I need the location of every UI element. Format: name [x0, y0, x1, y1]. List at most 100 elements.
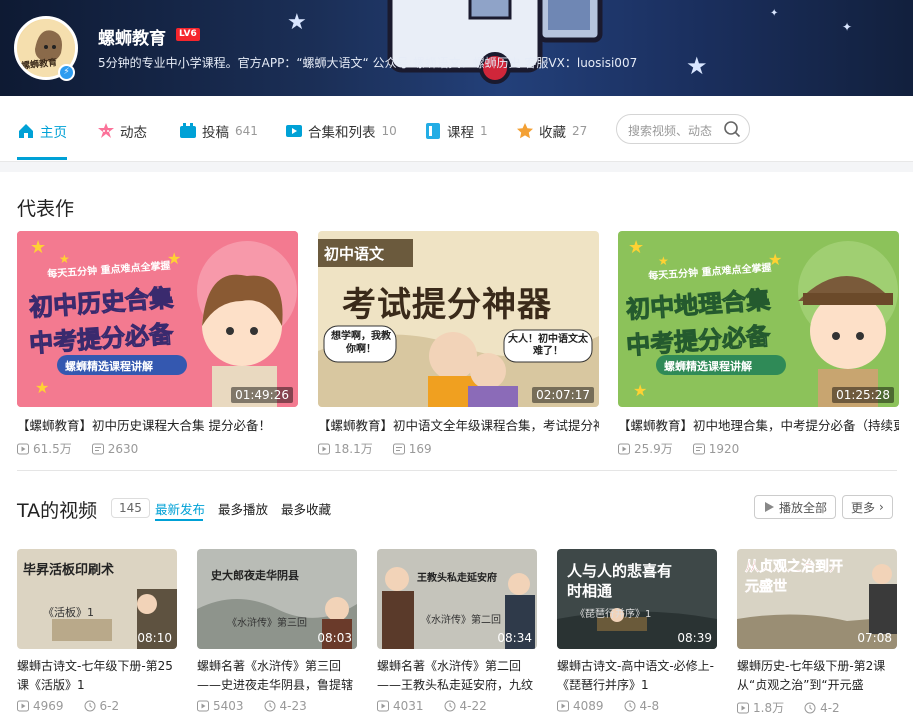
- thumbnail-subtitle: 《水浒传》第三回: [227, 618, 307, 629]
- search-icon[interactable]: [723, 120, 741, 138]
- video-stats: 1.8万 4-2: [737, 699, 897, 716]
- chevron-right-icon: ›: [879, 500, 884, 514]
- play-all-label: 播放全部: [779, 500, 828, 515]
- dynamic-icon: [98, 123, 114, 138]
- tab-label: 投稿: [202, 125, 229, 141]
- uploader-signature: 5分钟的专业中小学课程。官方APP：“螺蛳大语文“ 公众号:螺蛳语文、螺蛳历史 …: [98, 56, 638, 70]
- tab-count: 641: [235, 124, 258, 138]
- view-count: 25.9万: [634, 442, 673, 456]
- thumbnail-headline: 考试提分神器: [342, 285, 552, 325]
- video-title[interactable]: 螺蛳名著《水浒传》第二回——王教头私走延安府，九纹: [377, 657, 537, 695]
- video-duration: 08:39: [677, 631, 712, 645]
- video-duration: 08:03: [317, 631, 352, 645]
- svg-text:★: ★: [35, 378, 49, 397]
- svg-text:★: ★: [633, 381, 647, 400]
- star-decoration-icon: ✦: [842, 20, 853, 34]
- svg-text:★: ★: [628, 237, 644, 258]
- video-thumbnail[interactable]: 史大郎夜走华阴县 《水浒传》第三回 08:03: [197, 549, 357, 649]
- tab-courses[interactable]: 课程 1: [424, 120, 488, 142]
- video-card[interactable]: 王教头私走延安府 《水浒传》第二回 08:34 螺蛳名著《水浒传》第二回——王教…: [377, 549, 537, 713]
- tab-favorites[interactable]: 收藏 27: [516, 120, 587, 142]
- course-icon: [426, 123, 440, 139]
- video-title[interactable]: 【螺蛳教育】初中地理合集，中考提分必备（持续更: [618, 415, 899, 434]
- videos-section-title: TA的视频: [17, 500, 98, 522]
- uploader-name[interactable]: 螺蛳教育: [98, 24, 166, 49]
- more-button[interactable]: 更多 ›: [842, 495, 893, 519]
- video-stats: 4031 4-22: [377, 699, 537, 713]
- tab-label: 收藏: [539, 125, 566, 141]
- play-count-icon: [618, 443, 630, 454]
- video-duration: 02:07:17: [532, 387, 594, 403]
- favorite-icon: [517, 123, 533, 139]
- thumbnail-headline: 王教头私走延安府: [417, 573, 497, 584]
- video-title[interactable]: 螺蛳古诗文-高中语文-必修上-《琵琶行并序》1: [557, 657, 717, 695]
- thumbnail-speech: 大人！初中语文太难了！: [508, 334, 588, 357]
- tab-dynamic[interactable]: 动态: [97, 120, 147, 142]
- video-count-badge: 145: [111, 498, 150, 518]
- clock-icon: [444, 700, 456, 712]
- video-thumbnail[interactable]: 初中语文 考试提分神器 想学啊，我教你啊！ 大人！初中语文太难了！ 02:07:…: [318, 231, 599, 407]
- video-thumbnail[interactable]: ★ ★ ★ ★ 每天五分钟 重点难点全掌握 初中历史合集 中考提分必备 螺蛳精选…: [17, 231, 298, 407]
- tab-count: 27: [572, 124, 588, 138]
- thumbnail-subtitle: 《水浒传》第二回: [421, 615, 501, 626]
- sort-tab-most-played[interactable]: 最多播放: [218, 499, 268, 518]
- profile-nav: 主页 动态 投稿 641 合集和列表 10 课程 1 收藏 27: [0, 96, 913, 162]
- thumbnail-footer: 螺蛳精选课程讲解: [65, 360, 153, 373]
- featured-video-card[interactable]: ★ ★ ★ ★ 每天五分钟 重点难点全掌握 初中地理合集 中考提分必备 螺蛳精选…: [618, 231, 899, 457]
- video-title[interactable]: 【螺蛳教育】初中历史课程大合集 提分必备！: [17, 415, 298, 434]
- video-thumbnail[interactable]: 从贞观之治到开元盛世 07:08: [737, 549, 897, 649]
- danmaku-count: 169: [408, 441, 432, 456]
- play-count-icon: [197, 700, 209, 712]
- publish-date: 4-23: [279, 699, 307, 713]
- thumbnail-headline: 毕昇活板印刷术: [23, 563, 115, 578]
- video-stats: 4089 4-8: [557, 699, 717, 713]
- collection-icon: [286, 125, 302, 137]
- video-stats: 25.9万 1920: [618, 440, 899, 457]
- video-title[interactable]: 螺蛳古诗文-七年级下册-第25课《活版》1: [17, 657, 177, 695]
- tab-collections[interactable]: 合集和列表 10: [285, 120, 397, 142]
- video-stats: 61.5万 2630: [17, 440, 298, 457]
- active-tab-indicator: [17, 157, 67, 160]
- tab-label: 动态: [120, 125, 147, 141]
- video-card[interactable]: 毕昇活板印刷术 《活板》1 08:10 螺蛳古诗文-七年级下册-第25课《活版》…: [17, 549, 177, 713]
- featured-video-card[interactable]: ★ ★ ★ ★ 每天五分钟 重点难点全掌握 初中历史合集 中考提分必备 螺蛳精选…: [17, 231, 298, 457]
- thumbnail-headline: 史大郎夜走华阴县: [211, 569, 299, 582]
- danmaku-icon: [392, 443, 405, 454]
- featured-video-card[interactable]: 初中语文 考试提分神器 想学啊，我教你啊！ 大人！初中语文太难了！ 02:07:…: [318, 231, 599, 457]
- publish-date: 4-8: [639, 699, 660, 713]
- video-card[interactable]: 史大郎夜走华阴县 《水浒传》第三回 08:03 螺蛳名著《水浒传》第三回——史进…: [197, 549, 357, 713]
- sort-tab-latest[interactable]: 最新发布: [155, 499, 205, 518]
- view-count: 61.5万: [33, 442, 72, 456]
- video-thumbnail[interactable]: 毕昇活板印刷术 《活板》1 08:10: [17, 549, 177, 649]
- play-count-icon: [737, 702, 749, 713]
- video-title[interactable]: 螺蛳历史-七年级下册-第2课从“贞观之治”到“开元盛: [737, 657, 897, 695]
- video-thumbnail[interactable]: 人与人的悲喜有时相通 《琵琶行并序》1 08:39: [557, 549, 717, 649]
- sort-tab-most-favorited[interactable]: 最多收藏: [281, 499, 331, 518]
- tab-home[interactable]: 主页: [17, 120, 67, 142]
- clock-icon: [84, 700, 96, 712]
- active-sort-indicator: [155, 519, 203, 521]
- video-card[interactable]: 人与人的悲喜有时相通 《琵琶行并序》1 08:39 螺蛳古诗文-高中语文-必修上…: [557, 549, 717, 713]
- video-title[interactable]: 【螺蛳教育】初中语文全年级课程合集，考试提分神: [318, 415, 599, 434]
- play-count-icon: [318, 443, 330, 454]
- play-count-icon: [17, 700, 29, 712]
- video-title[interactable]: 螺蛳名著《水浒传》第三回——史进夜走华阴县，鲁提辖: [197, 657, 357, 695]
- tab-uploads[interactable]: 投稿 641: [179, 120, 258, 142]
- danmaku-count: 1920: [708, 441, 740, 456]
- section-divider: [17, 470, 897, 471]
- publish-date: 6-2: [99, 699, 120, 713]
- clock-icon: [264, 700, 276, 712]
- search-placeholder: 搜索视频、动态: [628, 124, 713, 138]
- thumbnail-tag: 初中语文: [324, 245, 385, 263]
- verified-icon: ⚡: [58, 64, 75, 81]
- view-count: 4969: [33, 699, 64, 713]
- video-thumbnail[interactable]: ★ ★ ★ ★ 每天五分钟 重点难点全掌握 初中地理合集 中考提分必备 螺蛳精选…: [618, 231, 899, 407]
- play-all-button[interactable]: 播放全部: [754, 495, 837, 519]
- danmaku-icon: [692, 443, 705, 454]
- publish-date: 4-2: [820, 700, 840, 715]
- video-thumbnail[interactable]: 王教头私走延安府 《水浒传》第二回 08:34: [377, 549, 537, 649]
- search-input[interactable]: 搜索视频、动态: [616, 114, 750, 144]
- video-card[interactable]: 从贞观之治到开元盛世 07:08 螺蛳历史-七年级下册-第2课从“贞观之治”到“…: [737, 549, 897, 716]
- thumbnail-speech: 想学啊，我教你啊！: [331, 331, 391, 355]
- video-duration: 01:25:28: [832, 387, 894, 403]
